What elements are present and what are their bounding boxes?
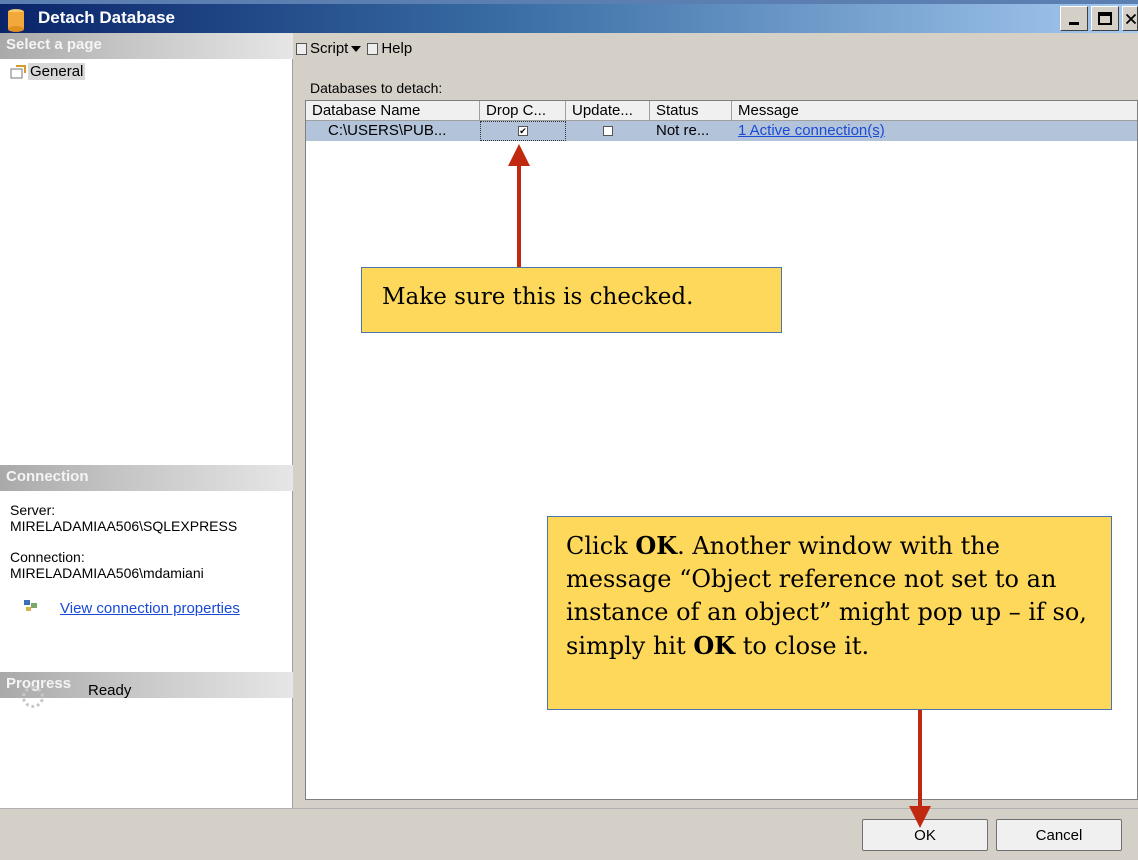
drop-connections-checkbox[interactable]: ✔ bbox=[518, 126, 528, 136]
callout-ok-note: Click OK. Another window with the messag… bbox=[547, 516, 1112, 710]
select-page-header: Select a page bbox=[0, 33, 293, 59]
help-label: Help bbox=[381, 40, 413, 57]
progress-spinner-icon bbox=[22, 686, 44, 708]
cell-message-link[interactable]: 1 Active connection(s) bbox=[732, 121, 1137, 141]
close-button[interactable] bbox=[1122, 6, 1138, 31]
detach-database-window: Detach Database Select a page General Co… bbox=[0, 0, 1138, 860]
maximize-icon bbox=[1098, 11, 1112, 25]
connection-label: Connection: bbox=[10, 549, 85, 565]
column-header-drop-connections[interactable]: Drop C... bbox=[480, 101, 566, 121]
connection-value: MIRELADAMIAA506\mdamiani bbox=[10, 565, 204, 581]
toolbar: Script Help bbox=[296, 40, 412, 57]
grid-header: Database Name Drop C... Update... Status… bbox=[306, 101, 1137, 121]
window-title: Detach Database bbox=[38, 8, 176, 27]
title-bar[interactable]: Detach Database bbox=[0, 0, 1138, 33]
page-icon bbox=[10, 64, 26, 78]
cell-drop-connections[interactable]: ✔ bbox=[480, 121, 566, 141]
script-label: Script bbox=[310, 40, 349, 57]
progress-status: Ready bbox=[88, 682, 132, 699]
help-icon bbox=[367, 42, 379, 55]
callout-ok-text-3: to close it. bbox=[735, 632, 870, 660]
chevron-down-icon bbox=[351, 45, 362, 52]
view-connection-properties-link[interactable]: View connection properties bbox=[60, 600, 240, 617]
database-icon bbox=[8, 9, 24, 32]
page-item-label: General bbox=[28, 63, 86, 80]
annotation-arrow-shaft-2 bbox=[918, 710, 922, 810]
column-header-status[interactable]: Status bbox=[650, 101, 732, 121]
close-icon bbox=[1125, 13, 1137, 24]
script-button[interactable]: Script bbox=[296, 40, 362, 57]
table-row[interactable]: C:\USERS\PUB... ✔ Not re... 1 Active con… bbox=[306, 121, 1137, 141]
server-value: MIRELADAMIAA506\SQLEXPRESS bbox=[10, 518, 238, 534]
script-icon bbox=[296, 42, 307, 55]
callout-ok-bold-1: OK bbox=[635, 531, 678, 560]
callout-checkbox-text: Make sure this is checked. bbox=[382, 284, 694, 310]
left-panel: Select a page General Connection Server:… bbox=[0, 33, 293, 808]
cell-status: Not re... bbox=[656, 122, 710, 139]
minimize-icon bbox=[1069, 21, 1079, 25]
update-statistics-checkbox[interactable] bbox=[603, 126, 613, 136]
bottom-bar: OK Cancel bbox=[0, 808, 1138, 860]
server-label: Server: bbox=[10, 502, 56, 518]
column-header-message[interactable]: Message bbox=[732, 101, 1137, 121]
cell-update-statistics[interactable] bbox=[566, 121, 650, 141]
annotation-arrow-down-icon bbox=[909, 806, 931, 828]
maximize-button[interactable] bbox=[1091, 6, 1119, 31]
databases-to-detach-label: Databases to detach: bbox=[310, 80, 443, 96]
progress-header: Progress bbox=[0, 672, 293, 698]
callout-checkbox-note: Make sure this is checked. bbox=[361, 267, 782, 333]
page-item-general[interactable]: General bbox=[10, 63, 86, 80]
help-button[interactable]: Help bbox=[367, 40, 412, 57]
callout-ok-text-1: Click bbox=[566, 532, 636, 560]
connection-header: Connection bbox=[0, 465, 293, 491]
cancel-button[interactable]: Cancel bbox=[996, 819, 1122, 851]
annotation-arrow-shaft bbox=[517, 162, 521, 268]
column-header-database-name[interactable]: Database Name bbox=[306, 101, 480, 121]
cell-database-name: C:\USERS\PUB... bbox=[328, 122, 447, 139]
column-header-update-statistics[interactable]: Update... bbox=[566, 101, 650, 121]
callout-ok-bold-2: OK bbox=[693, 631, 736, 660]
minimize-button[interactable] bbox=[1060, 6, 1088, 31]
connection-properties-icon bbox=[24, 600, 37, 611]
